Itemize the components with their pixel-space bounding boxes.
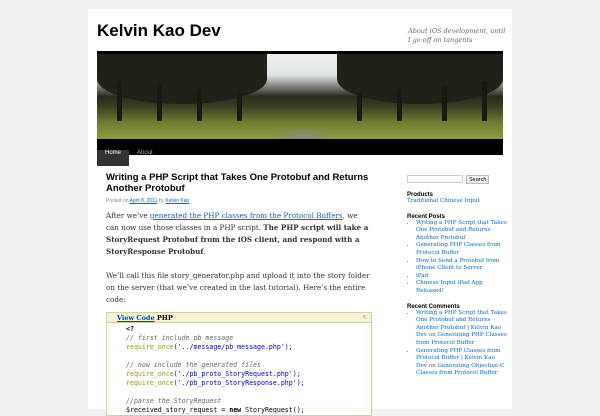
view-code-link[interactable]: View Code — [117, 314, 155, 322]
page-container: Kelvin Kao Dev About iOS development, un… — [88, 9, 512, 416]
paragraph: We’ll call this file story_generator.php… — [106, 271, 370, 304]
nav-about[interactable]: About — [129, 150, 161, 166]
toggle-icon[interactable]: ⇱ — [363, 313, 367, 323]
tree-trunk — [197, 89, 202, 121]
code-line: StoryRequest(); — [241, 406, 305, 414]
code-fn: require_once — [126, 379, 174, 387]
list-item: iPad — [416, 273, 507, 281]
code-keyword: new — [229, 406, 242, 414]
tree-trunk — [357, 93, 362, 121]
tree-trunk — [237, 93, 242, 121]
code-block: View Code PHP ⇱ <? // first include pb_me… — [106, 312, 372, 416]
list-item: Generating PHP Classes from Protocol Buf… — [416, 348, 507, 378]
tree-trunk — [442, 85, 447, 121]
code-body: <? // first include pb_message require_o… — [111, 323, 367, 415]
text: . — [203, 247, 206, 256]
post-date-link[interactable]: April 8, 2011 — [130, 198, 158, 204]
code-comment: // first include pb_message — [126, 334, 234, 342]
list-item: How to Send a Protobuf from iPhone Clien… — [416, 258, 507, 273]
recent-post-link[interactable]: Generating PHP Classes from Protocol Buf… — [416, 242, 500, 256]
post-meta: Posted on April 8, 2011 by Kelvin Kao — [106, 198, 372, 204]
code-line: $received_story_request = — [126, 406, 230, 414]
search-button[interactable]: Search — [466, 175, 490, 184]
sidebar: Search Products Traditional Chinese Inpu… — [407, 175, 507, 378]
text: After we’ve — [106, 211, 150, 220]
author-link[interactable]: Kelvin Kao — [165, 198, 189, 204]
meta-posted-label: Posted on — [106, 198, 129, 204]
code-fn: require_once — [126, 370, 174, 378]
site-title[interactable]: Kelvin Kao Dev — [97, 21, 221, 41]
code-string: ('../message/pb_message.php'); — [173, 343, 293, 351]
code-comment: // now include the generated files — [126, 361, 261, 369]
post-title[interactable]: Writing a PHP Script that Takes One Prot… — [106, 172, 372, 194]
recent-post-link[interactable]: iPad — [416, 273, 428, 279]
code-line: <? — [126, 325, 134, 333]
search-input[interactable] — [407, 175, 463, 183]
site-description: About iOS development, until I go off on… — [408, 27, 506, 44]
recent-post-link[interactable]: Chinese Input iPad App Released! — [416, 280, 483, 294]
code-header: View Code PHP ⇱ — [107, 313, 371, 323]
recent-post-link[interactable]: Writing a PHP Script that Takes One Prot… — [416, 220, 507, 241]
search-form: Search — [407, 175, 507, 184]
tree-trunk — [117, 81, 122, 121]
nav-home[interactable]: Home — [97, 150, 130, 166]
tree-trunk — [157, 85, 162, 121]
list-item: Writing a PHP Script that Takes One Prot… — [416, 310, 507, 348]
generated-classes-link[interactable]: generated the PHP classes from the Proto… — [150, 211, 343, 220]
paragraph: After we’ve generated the PHP classes fr… — [106, 210, 372, 258]
list-item: Chinese Input iPad App Released! — [416, 280, 507, 295]
code-string: ('./pb_proto_StoryResponse.php'); — [173, 379, 305, 387]
tree-trunk — [397, 89, 402, 121]
recent-post-link[interactable]: How to Send a Protobuf from iPhone Clien… — [416, 258, 499, 272]
product-link[interactable]: Traditional Chinese Input — [407, 198, 480, 204]
meta-by-label: by — [158, 198, 165, 204]
code-string: ('./pb_proto_StoryRequest.php'); — [173, 370, 301, 378]
list-item: Generating PHP Classes from Protocol Buf… — [416, 242, 507, 257]
tree-trunk — [482, 81, 487, 121]
on-label: on — [428, 362, 436, 369]
post: Writing a PHP Script that Takes One Prot… — [106, 172, 372, 416]
code-language: PHP — [156, 314, 173, 322]
code-comment: //parse the StoryRequest — [126, 397, 222, 405]
recent-comments-list: Writing a PHP Script that Takes One Prot… — [407, 310, 507, 378]
list-item: Writing a PHP Script that Takes One Prot… — [416, 220, 507, 243]
on-label: on — [428, 332, 436, 339]
recent-posts-list: Writing a PHP Script that Takes One Prot… — [407, 220, 507, 296]
main-nav: Home About — [97, 139, 503, 166]
code-fn: require_once — [126, 343, 174, 351]
header-banner-image — [97, 51, 503, 139]
